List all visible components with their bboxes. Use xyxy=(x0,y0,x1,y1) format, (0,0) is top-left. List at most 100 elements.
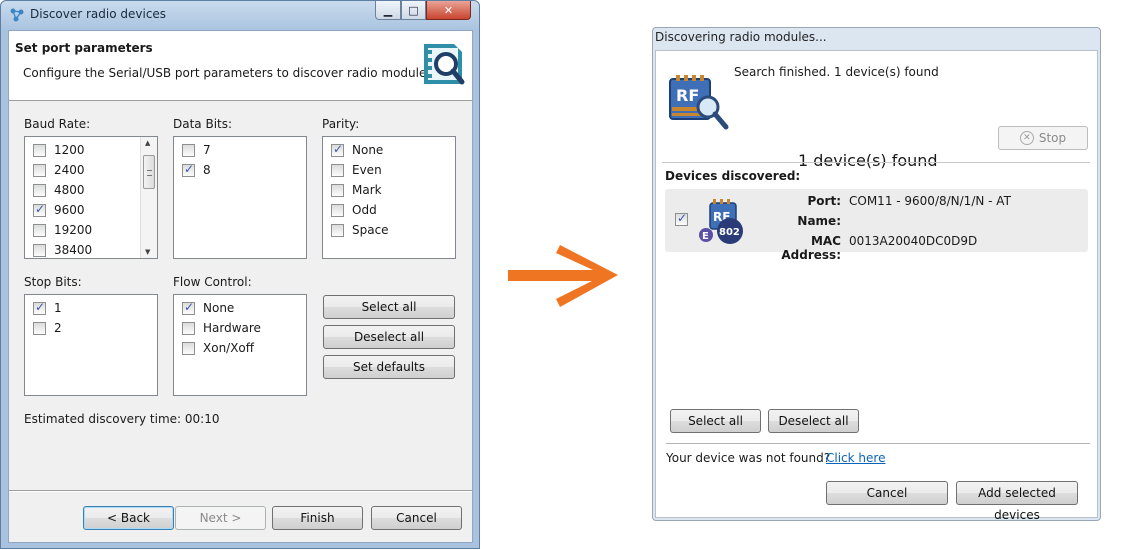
checkbox[interactable] xyxy=(182,143,195,157)
checkbox[interactable] xyxy=(33,243,46,257)
item-label: Space xyxy=(352,223,389,237)
checkbox[interactable] xyxy=(33,163,46,177)
minimize-icon: ▁ xyxy=(383,3,393,17)
scroll-up-icon[interactable]: ▲ xyxy=(145,139,150,147)
data-bits-list[interactable]: 7 8 xyxy=(173,136,307,259)
data-bits-item[interactable]: 7 xyxy=(182,142,211,158)
parity-item[interactable]: None xyxy=(331,142,383,158)
parity-label: Parity: xyxy=(322,117,360,131)
stop-bits-item[interactable]: 2 xyxy=(33,320,62,336)
checkbox[interactable] xyxy=(33,321,46,335)
item-label: Odd xyxy=(352,203,377,217)
arrow-right-icon xyxy=(508,245,618,307)
caption-buttons: ▁ □ ✕ xyxy=(375,1,471,20)
xbee-802-device-icon: RF E 802 xyxy=(699,199,743,244)
svg-text:802: 802 xyxy=(719,227,740,238)
checkbox[interactable] xyxy=(331,183,344,197)
checkbox[interactable] xyxy=(182,162,195,177)
stop-icon: ✕ xyxy=(1019,131,1034,145)
stop-button[interactable]: ✕ Stop xyxy=(998,126,1088,150)
baud-rate-list[interactable]: 1200 2400 4800 9600 19200 38400 ▲ ▼ xyxy=(24,136,158,259)
checkbox[interactable] xyxy=(33,143,46,157)
parity-list[interactable]: None Even Mark Odd Space xyxy=(322,136,456,259)
baud-rate-item[interactable]: 38400 xyxy=(33,242,92,258)
finish-button[interactable]: Finish xyxy=(272,506,363,530)
set-defaults-button[interactable]: Set defaults xyxy=(323,355,455,379)
item-label: 19200 xyxy=(54,223,93,237)
stop-bits-label: Stop Bits: xyxy=(24,275,82,289)
port-value: COM11 - 9600/8/N/1/N - AT xyxy=(849,194,1011,208)
item-label: 1200 xyxy=(54,143,85,157)
device-row[interactable]: RF E 802 Port: COM11 - 9600/8/N/1/N - AT… xyxy=(665,189,1088,262)
checkbox[interactable] xyxy=(182,300,195,315)
parity-item[interactable]: Even xyxy=(331,162,382,178)
checkbox[interactable] xyxy=(331,223,344,237)
checkbox[interactable] xyxy=(182,341,195,355)
data-bits-label: Data Bits: xyxy=(173,117,233,131)
discover-search-icon xyxy=(424,44,465,85)
baud-rate-item[interactable]: 19200 xyxy=(33,222,92,238)
deselect-all-button[interactable]: Deselect all xyxy=(323,325,455,349)
baud-rate-label: Baud Rate: xyxy=(24,117,91,131)
checkbox[interactable] xyxy=(331,142,344,157)
cancel-button[interactable]: Cancel xyxy=(826,481,948,505)
item-label: 2 xyxy=(54,321,62,335)
device-not-found-text: Your device was not found? xyxy=(666,451,831,465)
add-selected-devices-button[interactable]: Add selected devices xyxy=(956,481,1078,522)
parity-item[interactable]: Mark xyxy=(331,182,382,198)
minimize-button[interactable]: ▁ xyxy=(375,1,401,20)
page-subtitle: Configure the Serial/USB port parameters… xyxy=(23,66,437,80)
parity-item[interactable]: Odd xyxy=(331,202,377,218)
cancel-button[interactable]: Cancel xyxy=(371,506,462,530)
parity-item[interactable]: Space xyxy=(331,222,389,238)
device-checkbox[interactable] xyxy=(675,211,688,226)
back-button[interactable]: < Back xyxy=(83,506,174,530)
grip-icon xyxy=(147,170,152,176)
scroll-down-icon[interactable]: ▼ xyxy=(145,248,150,256)
vertical-scrollbar[interactable]: ▲ ▼ xyxy=(140,137,157,258)
devices-discovered-label: Devices discovered: xyxy=(665,169,801,183)
item-label: 8 xyxy=(203,163,211,177)
stop-bits-item[interactable]: 1 xyxy=(33,300,62,316)
flow-control-item[interactable]: Xon/Xoff xyxy=(182,340,254,356)
flow-control-list[interactable]: None Hardware Xon/Xoff xyxy=(173,294,307,396)
baud-rate-item[interactable]: 9600 xyxy=(33,202,85,218)
checkbox[interactable] xyxy=(331,163,344,177)
item-label: Xon/Xoff xyxy=(203,341,255,355)
window-title: Discovering radio modules... xyxy=(655,30,827,44)
item-label: Even xyxy=(352,163,382,177)
baud-rate-item[interactable]: 1200 xyxy=(33,142,85,158)
maximize-button[interactable]: □ xyxy=(401,1,426,20)
checkbox[interactable] xyxy=(182,321,195,335)
data-bits-item[interactable]: 8 xyxy=(182,162,211,178)
item-label: 2400 xyxy=(54,163,85,177)
item-label: Mark xyxy=(352,183,382,197)
next-button[interactable]: Next > xyxy=(175,506,266,530)
flow-control-item[interactable]: Hardware xyxy=(182,320,261,336)
deselect-all-button[interactable]: Deselect all xyxy=(768,409,859,433)
checkbox[interactable] xyxy=(33,223,46,237)
discover-radio-devices-window: Discover radio devices ▁ □ ✕ Set port pa… xyxy=(0,0,480,549)
stop-bits-list[interactable]: 1 2 xyxy=(24,294,158,396)
network-icon xyxy=(10,8,24,22)
title-bar[interactable]: Discover radio devices ▁ □ ✕ xyxy=(1,1,479,29)
scroll-thumb[interactable] xyxy=(143,155,155,189)
checkbox[interactable] xyxy=(33,183,46,197)
close-button[interactable]: ✕ xyxy=(426,1,471,20)
separator xyxy=(662,162,1090,163)
select-all-button[interactable]: Select all xyxy=(323,295,455,319)
checkbox[interactable] xyxy=(331,203,344,217)
stop-label: Stop xyxy=(1038,131,1067,145)
select-all-button[interactable]: Select all xyxy=(670,409,761,433)
footer-separator xyxy=(9,490,472,492)
checkbox[interactable] xyxy=(33,202,46,217)
flow-control-label: Flow Control: xyxy=(173,275,252,289)
checkbox[interactable] xyxy=(33,300,46,315)
page-title: Set port parameters xyxy=(15,41,153,55)
discovering-radio-modules-window: Discovering radio modules... RF Search f… xyxy=(652,27,1101,522)
flow-control-item[interactable]: None xyxy=(182,300,234,316)
baud-rate-item[interactable]: 4800 xyxy=(33,182,85,198)
click-here-link[interactable]: Click here xyxy=(826,451,885,465)
baud-rate-item[interactable]: 2400 xyxy=(33,162,85,178)
dialog-client-area: RF Search finished. 1 device(s) found 1 … xyxy=(655,50,1098,522)
